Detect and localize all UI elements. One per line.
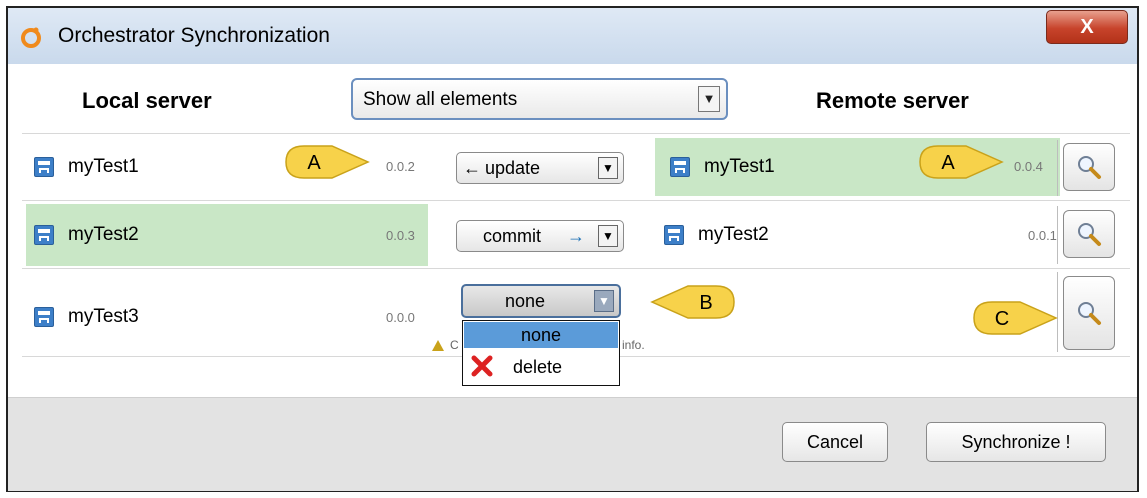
filter-select-value: Show all elements [363, 89, 518, 110]
compare-button[interactable] [1063, 210, 1115, 258]
close-button[interactable]: X [1046, 10, 1128, 44]
compare-button[interactable] [1063, 276, 1115, 350]
remote-version: 0.0.4 [1014, 159, 1043, 174]
local-version: 0.0.2 [386, 159, 415, 174]
warning-text-right: info. [622, 338, 645, 352]
magnifier-icon [1078, 156, 1101, 179]
callout-b: B [650, 285, 735, 319]
remote-version: 0.0.1 [1028, 228, 1057, 243]
column-separator [1057, 140, 1058, 196]
warning-text-left: C [450, 338, 459, 352]
callout-a-remote: A [919, 145, 1004, 179]
action-select-none[interactable]: none ▼ [461, 284, 621, 318]
arrow-left-icon: ← [463, 158, 481, 178]
magnifier-icon [1078, 302, 1101, 325]
dropdown-option-none[interactable]: none [464, 322, 618, 348]
chevron-down-icon[interactable]: ▼ [698, 86, 720, 112]
remote-item-label: myTest2 [698, 224, 769, 245]
local-item-label: myTest2 [68, 224, 139, 245]
synchronize-button[interactable]: Synchronize ! [926, 422, 1106, 462]
red-x-icon [471, 355, 493, 377]
local-item-mytest1[interactable]: myTest1 [34, 156, 139, 178]
callout-label: B [699, 292, 712, 314]
callout-a-local: A [285, 145, 370, 179]
cancel-button[interactable]: Cancel [782, 422, 888, 462]
row-divider [22, 268, 1130, 269]
callout-label: C [995, 308, 1009, 330]
magnifier-icon [1078, 223, 1101, 246]
action-select-label: update [485, 158, 541, 178]
chevron-down-icon[interactable]: ▼ [598, 225, 618, 247]
workflow-icon [34, 157, 54, 177]
column-separator [1057, 206, 1058, 264]
row-divider [22, 200, 1130, 201]
compare-button[interactable] [1063, 143, 1115, 191]
filter-select[interactable]: Show all elements ▼ [351, 78, 728, 120]
workflow-icon [670, 157, 690, 177]
action-select-label: commit [483, 226, 541, 246]
arrow-right-icon: → [567, 226, 585, 246]
row-divider [22, 133, 1130, 134]
callout-label: A [941, 152, 955, 174]
workflow-icon [34, 307, 54, 327]
warning-message: C [432, 338, 459, 352]
callout-label: A [307, 152, 321, 174]
action-select-update[interactable]: ← update ▼ [456, 152, 624, 184]
local-version: 0.0.3 [386, 228, 415, 243]
callout-c: C [973, 301, 1058, 335]
window-title: Orchestrator Synchronization [58, 24, 330, 47]
local-item-mytest2[interactable]: myTest2 [34, 224, 139, 246]
local-item-label: myTest3 [68, 306, 139, 327]
local-server-header: Local server [82, 88, 212, 113]
orchestrator-logo-icon [21, 27, 41, 48]
local-item-label: myTest1 [68, 156, 139, 177]
action-select-commit[interactable]: commit → ▼ [456, 220, 624, 252]
remote-server-header: Remote server [816, 88, 969, 113]
chevron-down-icon[interactable]: ▼ [594, 290, 614, 312]
local-item-mytest3[interactable]: myTest3 [34, 306, 139, 328]
remote-item-mytest2[interactable]: myTest2 [664, 224, 769, 246]
workflow-icon [664, 225, 684, 245]
remote-item-label: myTest1 [704, 156, 775, 177]
dropdown-option-delete[interactable]: delete [513, 357, 562, 378]
action-dropdown-list: none delete [462, 320, 620, 386]
action-select-label: none [505, 291, 546, 311]
local-version: 0.0.0 [386, 310, 415, 325]
warning-icon [432, 340, 444, 352]
workflow-icon [34, 225, 54, 245]
chevron-down-icon[interactable]: ▼ [598, 157, 618, 179]
remote-item-mytest1[interactable]: myTest1 [670, 156, 775, 178]
